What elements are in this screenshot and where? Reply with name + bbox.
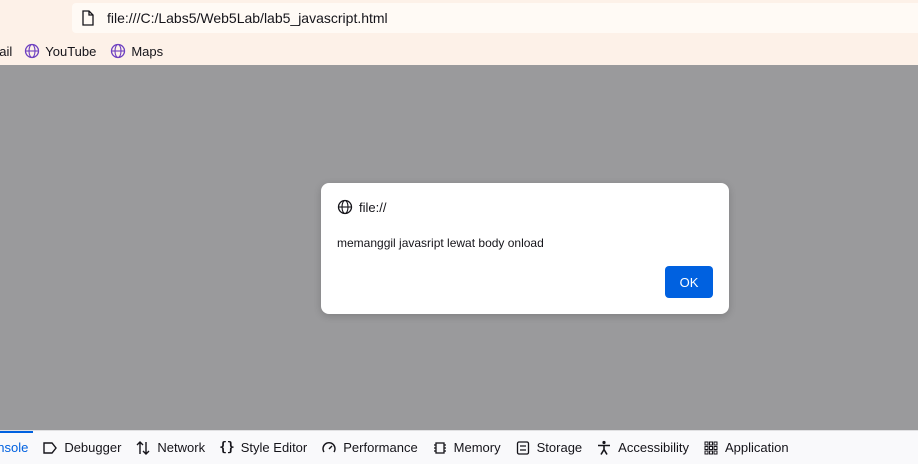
bookmark-youtube[interactable]: YouTube	[24, 43, 96, 59]
globe-icon	[111, 43, 126, 59]
storage-icon	[516, 440, 529, 455]
debugger-icon	[43, 441, 58, 454]
devtools-tabbar: onsole Debugger Network {} Style Editor …	[0, 430, 918, 464]
dialog-origin: file://	[337, 199, 386, 215]
tab-label: Application	[724, 440, 789, 455]
tab-label: Accessibility	[618, 440, 689, 455]
tab-memory[interactable]: Memory	[432, 431, 501, 464]
browser-chrome: file:///C:/Labs5/Web5Lab/lab5_javascript…	[0, 0, 918, 65]
tab-label: Debugger	[64, 440, 122, 455]
dialog-message: memanggil javasript lewat body onload	[337, 236, 544, 250]
tab-storage[interactable]: Storage	[515, 431, 583, 464]
bookmark-label: nail	[0, 43, 13, 59]
braces-icon: {}	[219, 440, 235, 455]
tab-performance[interactable]: Performance	[321, 431, 418, 464]
alert-dialog: file:// memanggil javasript lewat body o…	[321, 183, 729, 314]
globe-icon	[25, 43, 40, 59]
address-bar[interactable]: file:///C:/Labs5/Web5Lab/lab5_javascript…	[72, 3, 918, 33]
bookmark-label: YouTube	[45, 43, 97, 59]
tab-label: onsole	[0, 440, 29, 455]
ok-button[interactable]: OK	[665, 266, 713, 298]
page-icon	[82, 10, 94, 26]
tab-label: Memory	[453, 440, 501, 455]
tab-network[interactable]: Network	[135, 431, 205, 464]
grid-icon	[704, 441, 718, 454]
bookmark-maps[interactable]: Maps	[110, 43, 163, 59]
chip-icon	[433, 441, 446, 454]
tab-debugger[interactable]: Debugger	[42, 431, 121, 464]
tab-label: Storage	[536, 440, 583, 455]
globe-icon	[337, 199, 353, 215]
tab-label: Network	[157, 440, 206, 455]
dialog-origin-text: file://	[359, 199, 387, 215]
bookmarks-toolbar: nail YouTube Maps	[0, 40, 177, 62]
network-icon	[136, 440, 150, 455]
accessibility-icon	[598, 440, 611, 455]
url-text[interactable]: file:///C:/Labs5/Web5Lab/lab5_javascript…	[107, 10, 388, 26]
tab-application[interactable]: Application	[703, 431, 789, 464]
tab-accessibility[interactable]: Accessibility	[596, 431, 689, 464]
tab-label: Performance	[343, 440, 418, 455]
tab-console[interactable]: onsole	[0, 431, 34, 464]
tab-style-editor[interactable]: {} Style Editor	[219, 431, 307, 464]
bookmark-label: Maps	[131, 43, 164, 59]
gauge-icon	[322, 441, 336, 452]
bookmark-mail[interactable]: nail	[0, 44, 12, 59]
tab-label: Style Editor	[240, 440, 308, 455]
